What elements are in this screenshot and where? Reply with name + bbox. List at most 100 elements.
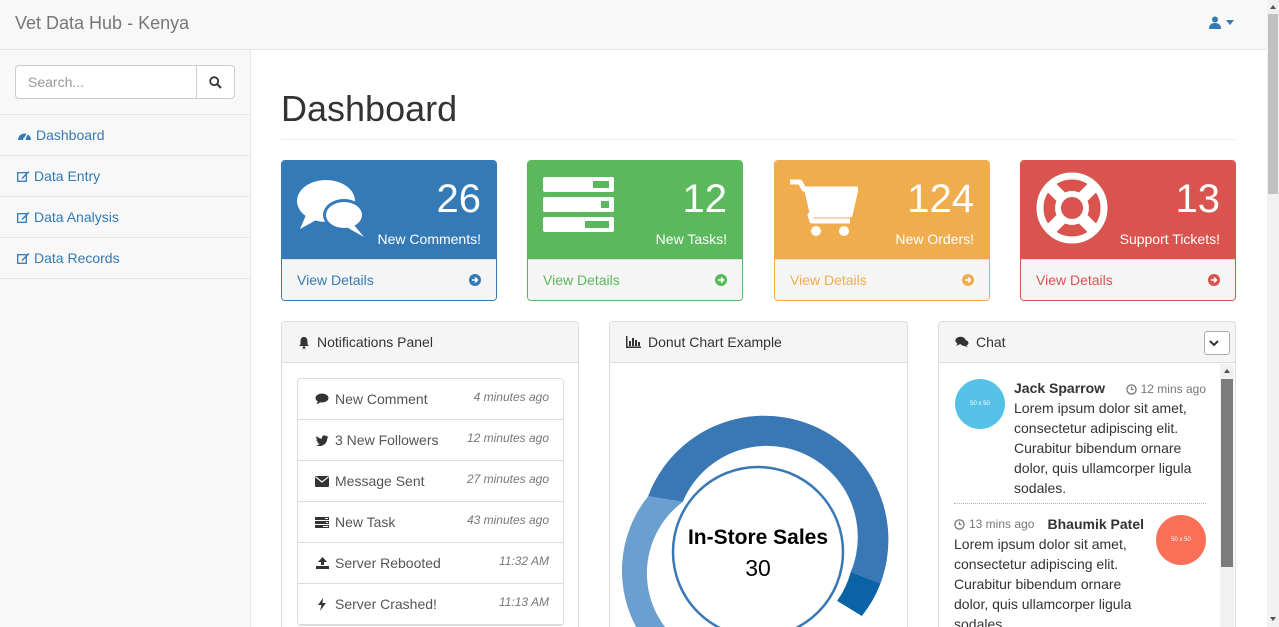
sidebar-item-data-records[interactable]: Data Records	[0, 238, 250, 279]
sidebar-item-label: Data Analysis	[34, 209, 119, 225]
avatar-placeholder-text: 50 x 50	[970, 401, 990, 407]
notifications-panel: Notifications Panel New Comment 4 minute…	[281, 321, 579, 627]
panel-title: Chat	[976, 334, 1006, 350]
comments-icon	[297, 180, 365, 237]
donut-chart: In-Store Sales 30	[621, 415, 889, 627]
notifications-panel-heading: Notifications Panel	[282, 322, 578, 363]
stat-panel-tasks: 12 New Tasks! View Details	[527, 160, 743, 301]
list-item[interactable]: 3 New Followers 12 minutes ago	[298, 420, 563, 461]
top-navbar: Vet Data Hub - Kenya	[0, 0, 1267, 50]
arrow-circle-right-icon	[469, 274, 481, 286]
panel-title: Notifications Panel	[317, 334, 433, 350]
avatar-placeholder-text: 50 x 50	[1171, 537, 1191, 543]
avatar: 50 x 50	[1156, 515, 1206, 565]
view-details-label: View Details	[790, 272, 867, 288]
sidebar-item-label: Data Records	[34, 250, 120, 266]
view-details-label: View Details	[543, 272, 620, 288]
bolt-icon	[318, 597, 326, 611]
edit-icon	[17, 253, 30, 264]
view-details-label: View Details	[297, 272, 374, 288]
stat-label: New Tasks!	[655, 231, 727, 247]
user-menu-toggle[interactable]	[1209, 16, 1234, 29]
view-details-link[interactable]: View Details	[282, 259, 496, 300]
list-item[interactable]: Server Crashed! 11:13 AM	[298, 584, 563, 625]
shopping-cart-icon	[790, 179, 858, 236]
page-scrollbar-thumb[interactable]	[1268, 14, 1278, 194]
edit-icon	[17, 212, 30, 223]
upload-icon	[315, 557, 329, 569]
notification-text: New Comment	[335, 391, 428, 407]
search-input[interactable]	[15, 65, 197, 99]
list-item[interactable]: Message Sent 27 minutes ago	[298, 461, 563, 502]
support-icon	[1036, 172, 1108, 244]
tasks-icon	[543, 177, 614, 232]
sidebar-item-dashboard[interactable]: Dashboard	[0, 115, 250, 156]
chat-timestamp: 12 mins ago	[1125, 379, 1206, 399]
chat-sender-name: Bhaumik Patel	[1047, 516, 1144, 532]
chat-time-text: 12 mins ago	[1140, 382, 1206, 396]
stat-panel-support: 13 Support Tickets! View Details	[1020, 160, 1236, 301]
chat-message-text: Lorem ipsum dolor sit amet, consectetur …	[1014, 400, 1192, 496]
stat-value: 12	[682, 177, 728, 221]
stat-value: 13	[1175, 177, 1221, 221]
bell-icon	[299, 336, 309, 349]
scroll-down-arrow-icon[interactable]	[1267, 613, 1279, 625]
search-icon	[209, 75, 222, 89]
chat-panel-heading: Chat	[939, 322, 1235, 363]
notification-text: New Task	[335, 514, 396, 530]
chat-scrollbar-thumb[interactable]	[1221, 379, 1233, 567]
chevron-down-icon	[1208, 339, 1219, 346]
tasks-icon	[315, 516, 329, 528]
stat-label: Support Tickets!	[1119, 231, 1220, 247]
view-details-label: View Details	[1036, 272, 1113, 288]
stat-value: 26	[436, 177, 482, 221]
comments-icon	[955, 336, 969, 348]
notification-text: Server Rebooted	[335, 555, 441, 571]
comment-icon	[315, 393, 329, 405]
list-item[interactable]: New Comment 4 minutes ago	[298, 379, 563, 420]
view-details-link[interactable]: View Details	[528, 259, 742, 300]
scroll-up-arrow-icon[interactable]	[1267, 1, 1279, 13]
list-item[interactable]: New Task 43 minutes ago	[298, 502, 563, 543]
view-details-link[interactable]: View Details	[1021, 259, 1235, 300]
stat-panel-heading: 124 New Orders!	[775, 161, 989, 259]
notification-time: 11:32 AM	[498, 554, 549, 568]
search-button[interactable]	[196, 65, 235, 99]
sidebar: Dashboard Data Entry Data Analysis Data …	[0, 50, 251, 627]
sidebar-item-data-analysis[interactable]: Data Analysis	[0, 197, 250, 238]
list-item[interactable]: Server Rebooted 11:32 AM	[298, 543, 563, 584]
sidebar-item-label: Data Entry	[34, 168, 101, 184]
sidebar-item-label: Dashboard	[36, 127, 105, 143]
chat-message-text: Lorem ipsum dolor sit amet, consectetur …	[954, 536, 1132, 627]
notification-time: 27 minutes ago	[466, 472, 549, 486]
view-details-link[interactable]: View Details	[775, 259, 989, 300]
chat-panel: Chat 50 x 50 Jack Sparrow 12 mins ago Lo…	[938, 321, 1236, 627]
chat-divider	[954, 503, 1206, 504]
twitter-icon	[315, 434, 328, 446]
chat-sender-name: Jack Sparrow	[1014, 380, 1106, 396]
page-scrollbar[interactable]	[1267, 0, 1279, 627]
arrow-circle-right-icon	[715, 274, 727, 286]
chat-scrollbar[interactable]	[1220, 364, 1234, 627]
stat-panel-heading: 26 New Comments!	[282, 161, 496, 259]
panel-title: Donut Chart Example	[648, 334, 782, 350]
brand-title[interactable]: Vet Data Hub - Kenya	[15, 13, 189, 34]
user-icon	[1209, 16, 1221, 29]
notification-time: 4 minutes ago	[473, 390, 549, 404]
stat-label: New Comments!	[377, 231, 481, 247]
stat-panel-orders: 124 New Orders! View Details	[774, 160, 990, 301]
stat-label: New Orders!	[895, 231, 974, 247]
sidebar-search	[0, 50, 250, 115]
notification-text: Message Sent	[335, 473, 425, 489]
stat-panel-comments: 26 New Comments! View Details	[281, 160, 497, 301]
sidebar-item-data-entry[interactable]: Data Entry	[0, 156, 250, 197]
scroll-up-arrow-icon[interactable]	[1220, 365, 1234, 377]
chat-time-text: 13 mins ago	[969, 517, 1035, 531]
chat-dropdown-button[interactable]	[1204, 331, 1230, 355]
bar-chart-icon	[626, 336, 641, 348]
title-divider	[281, 139, 1236, 140]
donut-panel-heading: Donut Chart Example	[610, 322, 907, 363]
notifications-list: New Comment 4 minutes ago 3 New Follower…	[297, 378, 564, 626]
avatar: 50 x 50	[955, 379, 1005, 429]
chat-message: 13 mins ago Bhaumik Patel Lorem ipsum do…	[954, 514, 1144, 627]
